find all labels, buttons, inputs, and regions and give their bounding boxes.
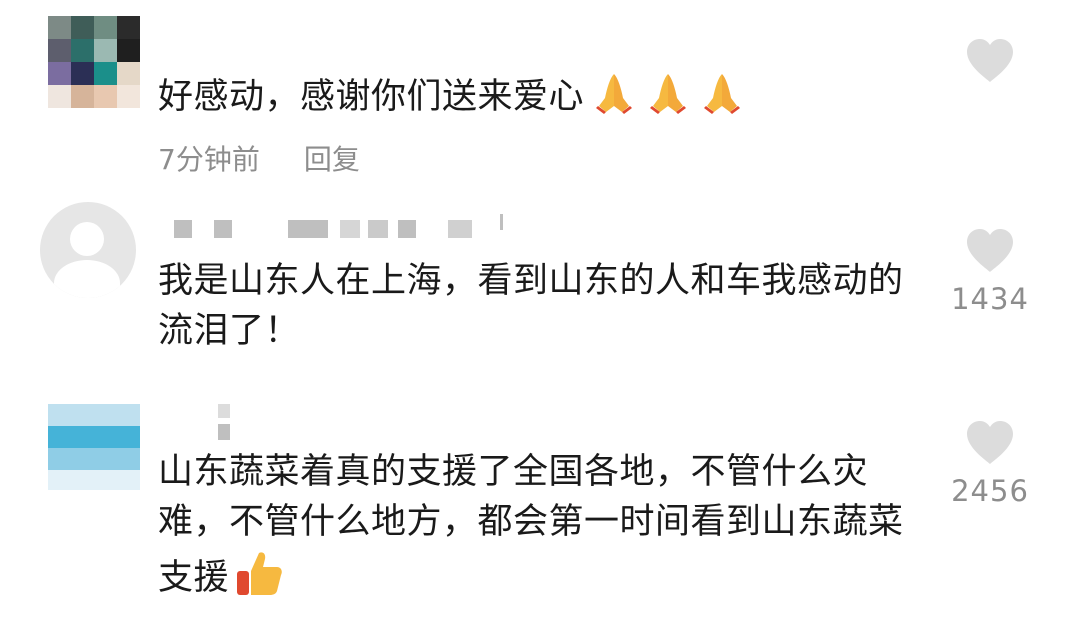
comment-text: 好感动，感谢你们送来爱心 (158, 68, 918, 122)
reply-button[interactable]: 回复 (304, 143, 360, 176)
comment-text-content: 我是山东人在上海，看到山东的人和车我感动的流泪了！ (158, 261, 904, 351)
avatar[interactable] (48, 404, 140, 490)
avatar-body (54, 260, 120, 298)
comment-text: 山东蔬菜着真的支援了全国各地，不管什么灾难，不管什么地方，都会第一时间看到山东蔬… (158, 447, 918, 603)
heart-icon (967, 229, 1013, 272)
avatar[interactable] (48, 16, 140, 108)
folded-hands-icon (704, 74, 741, 114)
like-count: 1434 (951, 282, 1029, 316)
like-button[interactable] (940, 38, 1040, 84)
avatar[interactable] (40, 202, 136, 298)
like-count: 2456 (951, 474, 1029, 508)
thumbs-up-icon (237, 552, 282, 595)
timestamp: 7分钟前 (158, 143, 260, 176)
folded-hands-icon (650, 74, 687, 114)
heart-icon (967, 39, 1013, 82)
comment-text: 我是山东人在上海，看到山东的人和车我感动的流泪了！ (158, 256, 918, 356)
avatar-head (70, 222, 104, 256)
like-button[interactable]: 1434 (940, 228, 1040, 316)
comment-text-content: 好感动，感谢你们送来爱心 (158, 77, 585, 117)
heart-icon (967, 421, 1013, 464)
folded-hands-icon (596, 74, 633, 114)
like-button[interactable]: 2456 (940, 420, 1040, 508)
comment-meta: 7分钟前 回复 (158, 138, 404, 178)
